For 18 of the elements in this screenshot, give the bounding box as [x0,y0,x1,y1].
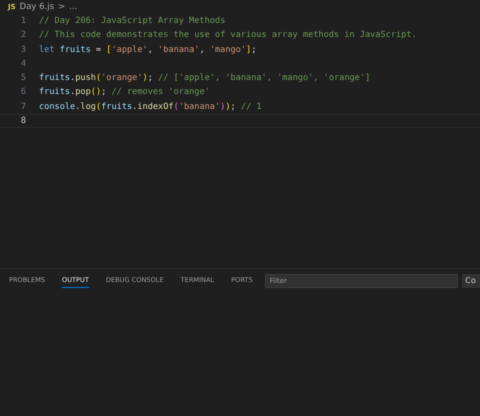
panel-dropdown[interactable]: Co [462,274,480,288]
code-line: console.log(fruits.indexOf('banana')); // 1 [39,100,262,114]
code-line: fruits.pop(); // removes 'orange' [39,86,210,99]
line-number: 3 [20,44,26,56]
breadcrumb-separator: > [58,2,66,12]
line-number: 5 [20,72,26,84]
line-number: 6 [20,86,26,99]
code-line: // Day 206: JavaScript Array Methods [39,15,226,28]
breadcrumb-item[interactable]: ... [69,2,78,12]
breadcrumb-file[interactable]: Day 6.js [20,2,54,12]
line-number: 4 [20,58,26,70]
line-number: 2 [20,29,26,42]
line-number: 1 [20,15,26,28]
code-line: let fruits = ['apple', 'banana', 'mango']; [39,44,256,56]
line-number: 8 [20,115,26,128]
line-number: 7 [20,100,26,114]
code-line: fruits.push('orange'); // ['apple', 'banana', 'mango', 'orange'] [39,72,370,84]
code-line: // This code demonstrates the use of various array methods in JavaScript. [39,29,417,42]
